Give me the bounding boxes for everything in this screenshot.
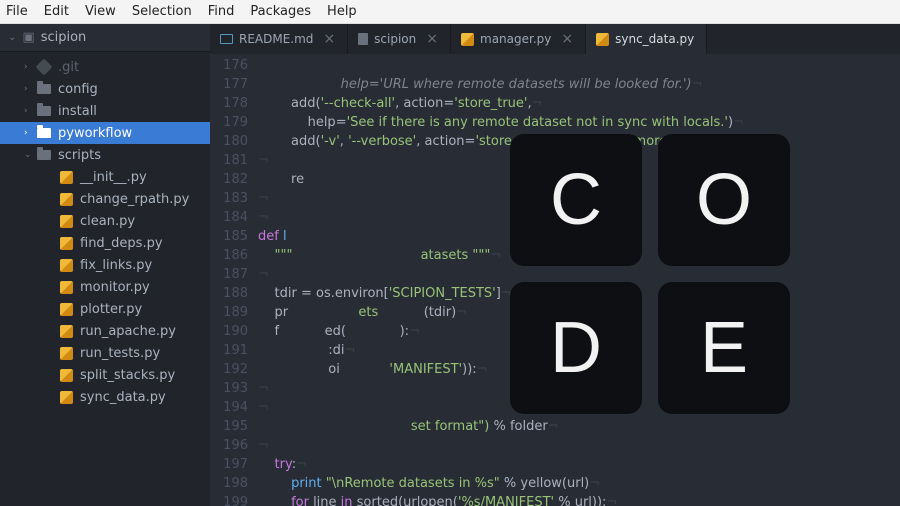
- tree-item-label: monitor.py: [80, 280, 150, 295]
- python-icon: [58, 237, 74, 250]
- tree-item-split_stacks-py[interactable]: split_stacks.py: [0, 364, 210, 386]
- menu-file[interactable]: File: [6, 4, 28, 19]
- chevron-down-icon: ⌄: [8, 32, 16, 43]
- file-tree-sidebar: ⌄ ▣ scipion › .git › config › install › pyworkf…: [0, 24, 210, 506]
- menu-packages[interactable]: Packages: [250, 4, 311, 19]
- tree-item-config[interactable]: › config: [0, 78, 210, 100]
- tree-item-run_apache-py[interactable]: run_apache.py: [0, 320, 210, 342]
- tab-sync_data-py[interactable]: sync_data.py: [586, 24, 707, 54]
- tree-item-run_tests-py[interactable]: run_tests.py: [0, 342, 210, 364]
- arrow-icon: ›: [24, 84, 36, 94]
- close-icon[interactable]: ×: [561, 31, 573, 47]
- python-icon: [58, 193, 74, 206]
- tree-item-label: .git: [58, 60, 79, 75]
- workspace: ⌄ ▣ scipion › .git › config › install › pyworkf…: [0, 24, 900, 506]
- tree-item-label: change_rpath.py: [80, 192, 189, 207]
- tree-item-scripts[interactable]: ⌄ scripts: [0, 144, 210, 166]
- tree-item-label: run_tests.py: [80, 346, 160, 361]
- python-icon: [58, 171, 74, 184]
- menu-bar: File Edit View Selection Find Packages Help: [0, 0, 900, 24]
- tab-label: manager.py: [480, 32, 551, 46]
- tree-item-plotter-py[interactable]: plotter.py: [0, 298, 210, 320]
- code-lines: help='URL where remote datasets will be …: [258, 54, 900, 506]
- arrow-icon: ⌄: [24, 150, 36, 160]
- tab-scipion[interactable]: scipion ×: [348, 24, 451, 54]
- tree-item-label: split_stacks.py: [80, 368, 175, 383]
- tree-item-clean-py[interactable]: clean.py: [0, 210, 210, 232]
- tree-item-pyworkflow[interactable]: › pyworkflow: [0, 122, 210, 144]
- tab-bar: README.md × scipion × manager.py × sync_data.p…: [210, 24, 900, 54]
- line-gutter: 176 177 178 179 180 181 182 183 184 185 …: [210, 54, 258, 506]
- tree-item-label: find_deps.py: [80, 236, 163, 251]
- tree-item-monitor-py[interactable]: monitor.py: [0, 276, 210, 298]
- python-icon: [58, 369, 74, 382]
- tree-item-label: fix_links.py: [80, 258, 152, 273]
- tree-item-label: sync_data.py: [80, 390, 166, 405]
- arrow-icon: ›: [24, 62, 36, 72]
- tree-item-install[interactable]: › install: [0, 100, 210, 122]
- code-editor[interactable]: 176 177 178 179 180 181 182 183 184 185 …: [210, 54, 900, 506]
- tree-item-label: config: [58, 82, 98, 97]
- python-icon: [58, 281, 74, 294]
- folder-icon: [36, 106, 52, 116]
- tab-label: README.md: [239, 32, 313, 46]
- file-icon: [358, 33, 368, 45]
- tree-item-label: pyworkflow: [58, 126, 132, 141]
- project-header[interactable]: ⌄ ▣ scipion: [0, 24, 210, 52]
- menu-selection[interactable]: Selection: [132, 4, 192, 19]
- tree-item-label: __init__.py: [80, 170, 147, 185]
- git-icon: [36, 61, 52, 73]
- menu-view[interactable]: View: [85, 4, 116, 19]
- tree-item-label: plotter.py: [80, 302, 142, 317]
- tree-item-fix_links-py[interactable]: fix_links.py: [0, 254, 210, 276]
- folder-icon: [36, 128, 52, 138]
- arrow-icon: ›: [24, 106, 36, 116]
- project-icon: ▣: [22, 30, 34, 45]
- tree-item-find_deps-py[interactable]: find_deps.py: [0, 232, 210, 254]
- tree-item-__init__-py[interactable]: __init__.py: [0, 166, 210, 188]
- tree-item-change_rpath-py[interactable]: change_rpath.py: [0, 188, 210, 210]
- close-icon[interactable]: ×: [426, 31, 438, 47]
- tab-label: scipion: [374, 32, 416, 46]
- tree-item-label: install: [58, 104, 97, 119]
- file-tree: › .git › config › install › pyworkflow ⌄ scripts _…: [0, 52, 210, 506]
- tab-README-md[interactable]: README.md ×: [210, 24, 348, 54]
- editor-area: README.md × scipion × manager.py × sync_data.p…: [210, 24, 900, 506]
- tab-label: sync_data.py: [615, 32, 694, 46]
- arrow-icon: ›: [24, 128, 36, 138]
- markdown-icon: [220, 34, 233, 44]
- python-icon: [58, 215, 74, 228]
- python-icon: [58, 325, 74, 338]
- folder-icon: [36, 84, 52, 94]
- python-icon: [596, 33, 609, 46]
- python-icon: [58, 391, 74, 404]
- tree-item-label: run_apache.py: [80, 324, 176, 339]
- menu-help[interactable]: Help: [327, 4, 357, 19]
- close-icon[interactable]: ×: [323, 31, 335, 47]
- python-icon: [58, 347, 74, 360]
- tree-item-label: scripts: [58, 148, 101, 163]
- python-icon: [58, 303, 74, 316]
- python-icon: [58, 259, 74, 272]
- folder-icon: [36, 150, 52, 160]
- tab-manager-py[interactable]: manager.py ×: [451, 24, 586, 54]
- tree-item--git[interactable]: › .git: [0, 56, 210, 78]
- project-name: scipion: [41, 30, 87, 45]
- tree-item-sync_data-py[interactable]: sync_data.py: [0, 386, 210, 408]
- python-icon: [461, 33, 474, 46]
- menu-edit[interactable]: Edit: [44, 4, 69, 19]
- tree-item-label: clean.py: [80, 214, 135, 229]
- menu-find[interactable]: Find: [208, 4, 235, 19]
